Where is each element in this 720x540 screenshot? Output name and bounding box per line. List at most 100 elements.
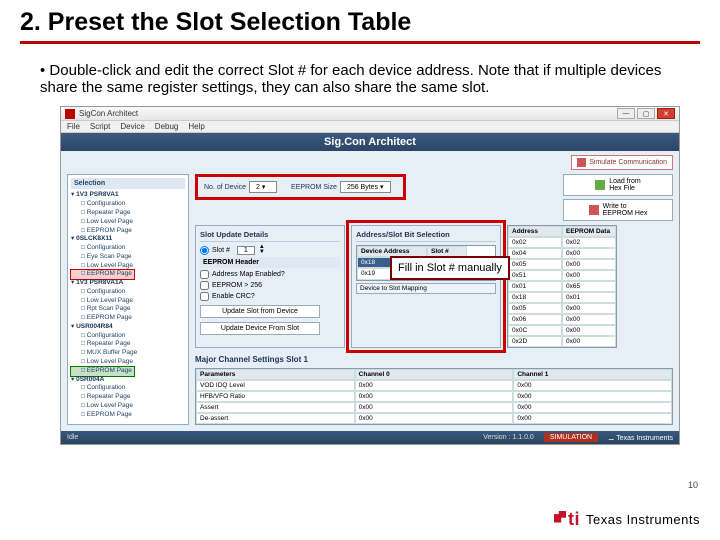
eeprom-size-select[interactable]: 256 Bytes ▾ — [340, 181, 391, 193]
tree-item[interactable]: Low Level Page — [71, 358, 185, 367]
tree-item[interactable]: Repeater Page — [71, 209, 185, 218]
tree-item[interactable]: Configuration — [71, 244, 185, 253]
slot-selection-title: Address/Slot Bit Selection — [356, 230, 496, 242]
menu-debug[interactable]: Debug — [155, 122, 179, 131]
write-eeprom-button[interactable]: Write to EEPROM Hex — [563, 199, 673, 221]
sidebar-title: Selection — [71, 178, 185, 189]
app-window: SigCon Architect — ▢ ✕ File Script Devic… — [60, 106, 680, 445]
menubar: File Script Device Debug Help — [61, 121, 679, 133]
highlight-fields-box: No. of Device 2 ▾ EEPROM Size 256 Bytes … — [200, 179, 401, 195]
slot-selection-panel: Address/Slot Bit Selection Device Addres… — [351, 225, 501, 348]
table-row: Assert0x000x00 — [196, 402, 672, 413]
tree-item[interactable]: EEPROM Page — [71, 367, 134, 376]
tree-item[interactable]: Eye Scan Page — [71, 253, 185, 262]
tree-device[interactable]: 1V3 PSR8VA1 — [71, 191, 185, 200]
window-titlebar: SigCon Architect — ▢ ✕ — [61, 107, 679, 121]
tree-item[interactable]: Configuration — [71, 332, 185, 341]
table-row: De-assert0x000x00 — [196, 413, 672, 424]
sidebar: Selection 1V3 PSR8VA1ConfigurationRepeat… — [67, 174, 189, 425]
tree-item[interactable]: EEPROM Page — [71, 411, 185, 420]
slide-title: 2. Preset the Slot Selection Table — [20, 8, 700, 44]
table-row[interactable]: 0x010x65 — [508, 281, 616, 292]
eeprom-256-check[interactable] — [200, 281, 209, 290]
close-button[interactable]: ✕ — [657, 108, 675, 119]
brand-name: Texas Instruments — [586, 512, 700, 527]
tree-item[interactable]: Repeater Page — [71, 340, 185, 349]
tree-item[interactable]: Repeater Page — [71, 393, 185, 402]
tree-item[interactable]: EEPROM Page — [71, 314, 185, 323]
update-from-device-button[interactable]: Update Slot from Device — [200, 305, 320, 318]
tree-item[interactable]: EEPROM Page — [71, 270, 134, 279]
tree-item[interactable]: Configuration — [71, 288, 185, 297]
table-row: HFB/VFO Ratio0x000x00 — [196, 391, 672, 402]
major-settings-table: ParametersChannel 0Channel 1VOD IDQ Leve… — [195, 368, 673, 425]
table-row[interactable]: 0x050x00 — [508, 303, 616, 314]
table-row[interactable]: 0x180x01 — [508, 292, 616, 303]
chip-icon — [589, 205, 599, 215]
menu-device[interactable]: Device — [120, 122, 144, 131]
eeprom-size-label: EEPROM Size — [291, 184, 337, 191]
toolbar: Simulate Communication — [61, 151, 679, 174]
table-row[interactable]: 0x2D0x00 — [508, 336, 616, 347]
tree-device[interactable]: 0SLCK8X11 — [71, 235, 185, 244]
table-row[interactable]: 0x020x02 — [508, 237, 616, 248]
statusbar: Idle Version : 1.1.0.0 SIMULATION ⚊ Texa… — [61, 431, 679, 444]
page-number: 10 — [688, 480, 698, 490]
table-row[interactable]: 0x040x00 — [508, 248, 616, 259]
slot-update-panel: Slot Update Details Slot #1▲▼ EEPROM Hea… — [195, 225, 345, 348]
app-icon — [65, 109, 75, 119]
table-row: VOD IDQ Level0x000x00 — [196, 380, 672, 391]
tree-item[interactable]: EEPROM Page — [71, 227, 185, 236]
update-device-button[interactable]: Update Device From Slot — [200, 322, 320, 335]
num-device-label: No. of Device — [204, 184, 246, 191]
stepper-icon[interactable]: ▲▼ — [259, 245, 265, 255]
status-mode: SIMULATION — [544, 433, 598, 442]
status-left: Idle — [67, 434, 78, 441]
folder-icon — [595, 180, 605, 190]
tree-item[interactable]: Low Level Page — [71, 402, 185, 411]
simulate-icon — [577, 158, 586, 167]
table-row[interactable]: 0x510x00 — [508, 270, 616, 281]
status-version: Version : 1.1.0.0 — [483, 434, 534, 441]
address-table: AddressEEPROM Data0x020x020x040x000x050x… — [507, 225, 617, 348]
app-title-banner: Sig.Con Architect — [61, 133, 679, 151]
menu-help[interactable]: Help — [188, 122, 204, 131]
tree-device[interactable]: USR004R84 — [71, 323, 185, 332]
tree-item[interactable]: Configuration — [71, 384, 185, 393]
crc-check[interactable] — [200, 292, 209, 301]
status-brand: ⚊ Texas Instruments — [608, 434, 673, 442]
callout-annotation: Fill in Slot # manually — [390, 256, 510, 280]
tree-device[interactable]: 1V3 PSR8VA1A — [71, 279, 185, 288]
eeprom-header-label: EEPROM Header — [200, 257, 340, 268]
tree-device[interactable]: 0SR004A — [71, 376, 185, 385]
brand-footer: ti Texas Instruments — [0, 498, 720, 540]
window-title: SigCon Architect — [79, 109, 138, 118]
num-device-select[interactable]: 2 ▾ — [249, 181, 277, 193]
tree-item[interactable]: Low Level Page — [71, 218, 185, 227]
slot-update-title: Slot Update Details — [200, 230, 340, 242]
mapping-button[interactable]: Device to Slot Mapping — [356, 283, 496, 294]
slot-num-input[interactable]: 1 — [237, 246, 255, 255]
tree-item[interactable]: Configuration — [71, 200, 185, 209]
ti-logo: ti Texas Instruments — [568, 509, 700, 530]
slide-bullet: Double-click and edit the correct Slot #… — [40, 62, 700, 96]
max-button[interactable]: ▢ — [637, 108, 655, 119]
table-row[interactable]: 0x050x00 — [508, 259, 616, 270]
top-fields-panel: No. of Device 2 ▾ EEPROM Size 256 Bytes … — [195, 174, 406, 200]
simulate-button[interactable]: Simulate Communication — [571, 155, 673, 170]
ti-mark-icon: ti — [568, 509, 580, 530]
slot-radio[interactable] — [200, 246, 209, 255]
menu-script[interactable]: Script — [90, 122, 110, 131]
device-tree: 1V3 PSR8VA1ConfigurationRepeater PageLow… — [71, 191, 185, 419]
tree-item[interactable]: Rpt Scan Page — [71, 305, 185, 314]
menu-file[interactable]: File — [67, 122, 80, 131]
major-settings-title: Major Channel Settings Slot 1 — [195, 355, 673, 364]
tree-item[interactable]: Low Level Page — [71, 297, 185, 306]
table-row[interactable]: 0x060x00 — [508, 314, 616, 325]
table-row[interactable]: 0x0C0x00 — [508, 325, 616, 336]
addr-map-check[interactable] — [200, 270, 209, 279]
tree-item[interactable]: MUX Buffer Page — [71, 349, 185, 358]
tree-item[interactable]: Low Level Page — [71, 262, 185, 271]
load-hex-button[interactable]: Load from Hex File — [563, 174, 673, 196]
min-button[interactable]: — — [617, 108, 635, 119]
